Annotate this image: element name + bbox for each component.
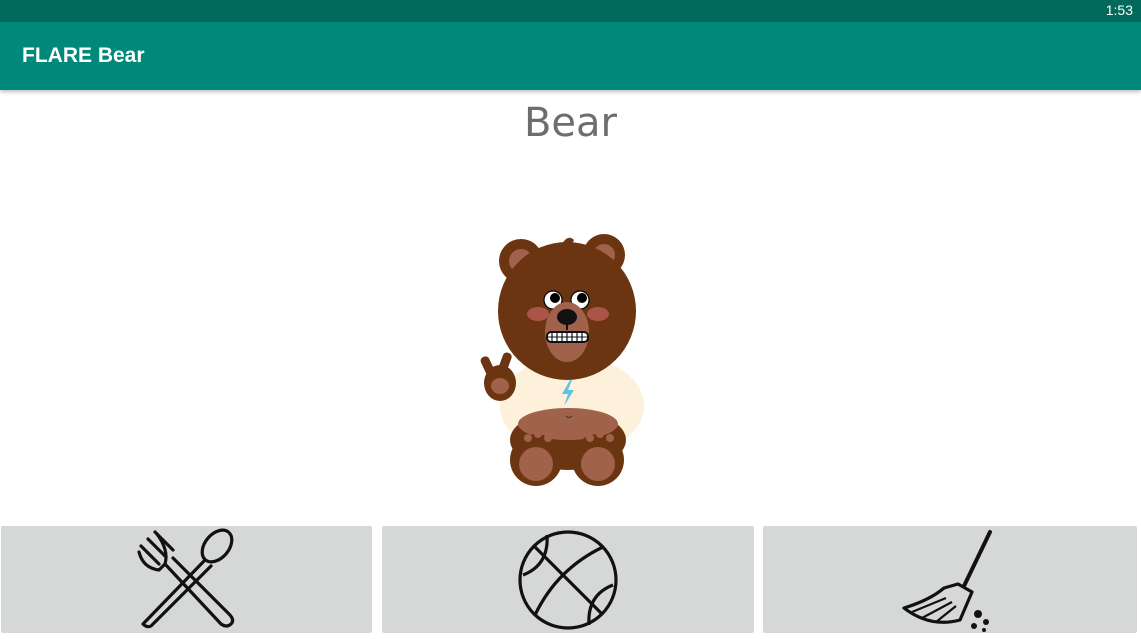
fork-spoon-icon bbox=[135, 528, 239, 632]
feed-button[interactable] bbox=[1, 526, 372, 633]
basketball-icon bbox=[517, 529, 619, 631]
broom-icon bbox=[900, 528, 1000, 632]
play-button[interactable] bbox=[382, 526, 754, 633]
bear-illustration bbox=[480, 234, 644, 486]
app-bar: FLARE Bear bbox=[0, 22, 1141, 90]
status-bar: 1:53 bbox=[0, 0, 1141, 22]
pet-name: Bear bbox=[523, 100, 617, 146]
status-time: 1:53 bbox=[1105, 2, 1133, 18]
bear-avatar[interactable] bbox=[470, 228, 660, 498]
app-title: FLARE Bear bbox=[22, 44, 145, 67]
clean-button[interactable] bbox=[763, 526, 1137, 633]
